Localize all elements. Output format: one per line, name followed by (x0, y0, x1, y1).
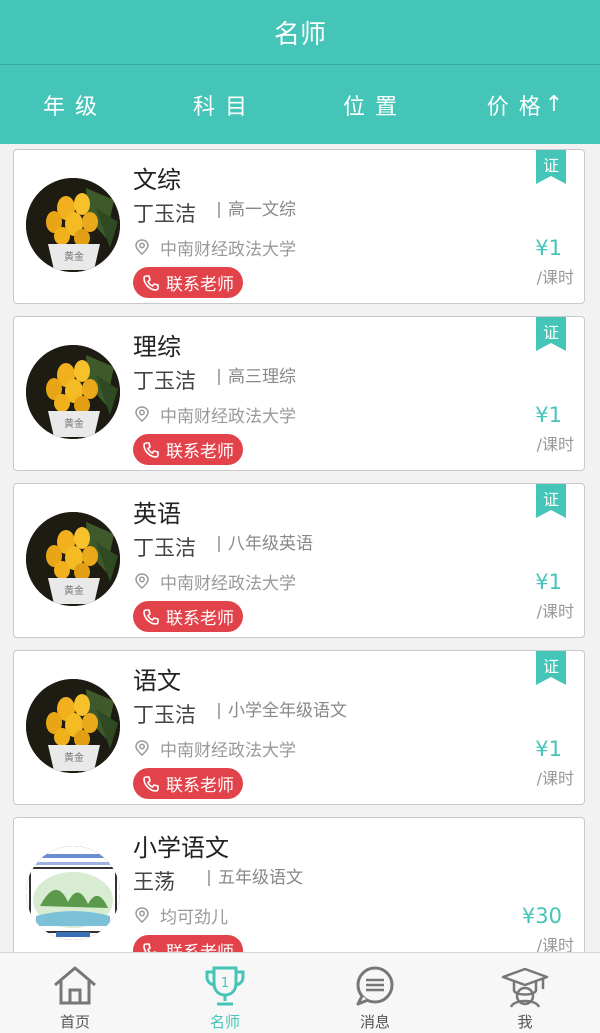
page-header: 名师 (0, 0, 600, 65)
teacher-card[interactable]: 黄金 理综 丁玉洁 高三理综 中南财经政法大学 联系老师 证 ¥1 /课时 (13, 316, 585, 471)
teacher-name: 丁玉洁 (133, 703, 196, 727)
price-unit: /课时 (536, 936, 574, 952)
lesson-price: ¥1 (535, 570, 562, 594)
tab-messages[interactable]: 消息 (300, 953, 450, 1033)
location-pin-icon (135, 740, 149, 756)
location-pin-icon (135, 406, 149, 422)
card-subject: 语文 (133, 667, 181, 695)
filter-subject[interactable]: 科目 (150, 89, 300, 121)
teacher-name: 王荡 (133, 870, 175, 894)
certified-badge: 证 (536, 150, 566, 184)
bottom-tab-bar: 首页 1 名师 消息 我 (0, 952, 600, 1033)
price-unit: /课时 (536, 435, 574, 454)
teacher-card[interactable]: 黄金 英语 丁玉洁 八年级英语 中南财经政法大学 联系老师 证 ¥1 /课时 (13, 483, 585, 638)
filter-grade-label: 年级 (42, 94, 107, 120)
location-pin-icon (135, 573, 149, 589)
location-pin-icon (135, 239, 149, 255)
filter-grade[interactable]: 年级 (0, 89, 150, 121)
lesson-price: ¥1 (535, 403, 562, 427)
card-subject: 理综 (133, 333, 181, 361)
teacher-avatar (26, 846, 120, 940)
card-subject: 小学语文 (133, 834, 229, 862)
price-unit: /课时 (536, 769, 574, 788)
teacher-school: 中南财经政法大学 (160, 574, 296, 594)
price-unit: /课时 (536, 268, 574, 287)
tab-me[interactable]: 我 (450, 953, 600, 1033)
certified-badge: 证 (536, 651, 566, 685)
filter-subject-label: 科目 (192, 94, 257, 120)
teaching-grade: 高三理综 (218, 369, 296, 386)
teacher-school: 中南财经政法大学 (160, 407, 296, 427)
trophy-icon: 1 (205, 966, 245, 1006)
teacher-card[interactable]: 小学语文 王荡 五年级语文 均可劲儿 联系老师 ¥30 /课时 (13, 817, 585, 952)
lesson-price: ¥1 (535, 236, 562, 260)
teacher-avatar: 黄金 (26, 345, 120, 439)
teacher-school: 中南财经政法大学 (160, 741, 296, 761)
certified-badge-label: 证 (542, 323, 559, 342)
contact-teacher-label: 联系老师 (166, 442, 234, 462)
home-icon (54, 966, 96, 1005)
teacher-school: 均可劲儿 (160, 908, 228, 928)
phone-icon (143, 942, 159, 952)
contact-teacher-label: 联系老师 (166, 275, 234, 295)
teacher-list[interactable]: 黄金 文综 丁玉洁 高一文综 中南财经政法大学 联系老师 证 ¥1 /课时 黄金… (0, 144, 600, 952)
tab-home-label: 首页 (59, 1013, 90, 1031)
phone-icon (143, 775, 159, 792)
price-unit: /课时 (536, 602, 574, 621)
teaching-grade: 五年级语文 (208, 870, 303, 887)
certified-badge: 证 (536, 317, 566, 351)
teaching-grade: 高一文综 (218, 202, 296, 219)
teacher-name: 丁玉洁 (133, 536, 196, 560)
location-pin-icon (135, 907, 149, 923)
page-title: 名师 (273, 19, 326, 50)
contact-teacher-button[interactable]: 联系老师 (133, 935, 243, 952)
teacher-name: 丁玉洁 (133, 202, 196, 226)
filter-location[interactable]: 位置 (300, 89, 450, 121)
tab-teachers-label: 名师 (209, 1013, 240, 1031)
teacher-avatar: 黄金 (26, 512, 120, 606)
card-subject: 英语 (133, 500, 181, 528)
contact-teacher-label: 联系老师 (166, 776, 234, 796)
tab-messages-label: 消息 (359, 1013, 390, 1031)
contact-teacher-button[interactable]: 联系老师 (133, 601, 243, 632)
svg-text:1: 1 (221, 976, 229, 991)
sort-arrow-up-icon: ↑ (544, 92, 564, 117)
lesson-price: ¥1 (535, 737, 562, 761)
teaching-grade: 小学全年级语文 (218, 703, 347, 720)
teacher-name: 丁玉洁 (133, 369, 196, 393)
phone-icon (143, 441, 159, 458)
lesson-price: ¥30 (521, 904, 562, 928)
teacher-school: 中南财经政法大学 (160, 240, 296, 260)
tab-teachers[interactable]: 1 名师 (150, 953, 300, 1033)
svg-text:黄金: 黄金 (64, 417, 84, 430)
teacher-avatar: 黄金 (26, 178, 120, 272)
contact-teacher-button[interactable]: 联系老师 (133, 434, 243, 465)
tab-me-label: 我 (517, 1013, 533, 1031)
teacher-avatar: 黄金 (26, 679, 120, 773)
svg-text:黄金: 黄金 (64, 584, 84, 597)
card-subject: 文综 (133, 166, 181, 194)
contact-teacher-button[interactable]: 联系老师 (133, 768, 243, 799)
contact-teacher-label: 联系老师 (166, 609, 234, 629)
contact-teacher-label: 联系老师 (166, 938, 234, 952)
contact-teacher-button[interactable]: 联系老师 (133, 267, 243, 298)
certified-badge: 证 (536, 484, 566, 518)
certified-badge-label: 证 (542, 657, 559, 676)
svg-text:黄金: 黄金 (64, 250, 84, 263)
phone-icon (143, 608, 159, 625)
filter-location-label: 位置 (342, 94, 407, 120)
certified-badge-label: 证 (542, 156, 559, 175)
teacher-card[interactable]: 黄金 文综 丁玉洁 高一文综 中南财经政法大学 联系老师 证 ¥1 /课时 (13, 149, 585, 304)
teaching-grade: 八年级英语 (218, 536, 313, 553)
filter-price-label: 价格 (486, 94, 551, 120)
svg-text:黄金: 黄金 (64, 751, 84, 764)
phone-icon (143, 274, 159, 291)
graduation-cap-icon (501, 967, 549, 1008)
message-icon (356, 966, 394, 1006)
filter-bar: 年级 科目 位置 价格 ↑ (0, 65, 600, 144)
certified-badge-label: 证 (542, 490, 559, 509)
teacher-card[interactable]: 黄金 语文 丁玉洁 小学全年级语文 中南财经政法大学 联系老师 证 ¥1 /课时 (13, 650, 585, 805)
tab-home[interactable]: 首页 (0, 953, 150, 1033)
filter-price[interactable]: 价格 ↑ (450, 89, 600, 121)
